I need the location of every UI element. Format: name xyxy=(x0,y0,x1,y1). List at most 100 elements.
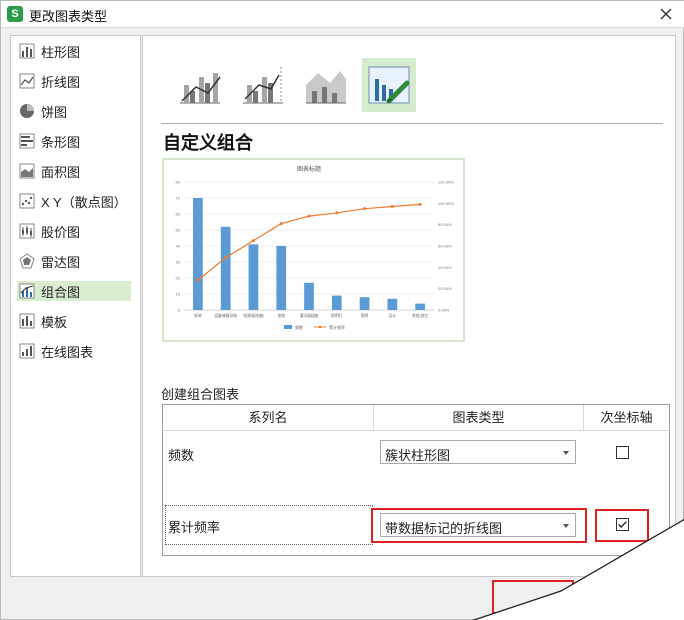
sidebar-item-label: 条形图 xyxy=(41,134,81,150)
stock-chart-icon xyxy=(19,223,35,239)
bar xyxy=(248,244,259,310)
bar xyxy=(193,198,203,310)
line-point xyxy=(390,205,394,209)
preview-chart: 图表标题 80 70 60 50 40 30 20 10 0 120.00% 100.00% 80.00… xyxy=(176,165,455,330)
y2-tick-label: 40.00% xyxy=(438,265,452,270)
sidebar-item-online[interactable]: 在线图表 xyxy=(17,341,131,361)
column-chart-icon xyxy=(19,43,35,59)
sidebar-item-label: 股价图 xyxy=(41,224,81,240)
sidebar-item-label: 雷达图 xyxy=(41,254,81,270)
template-icon xyxy=(19,313,35,329)
combo-section-label: 创建组合图表 xyxy=(161,387,240,402)
y2-tick-label: 80.00% xyxy=(438,222,452,227)
radar-chart-icon xyxy=(19,253,35,269)
legend-swatch-bar xyxy=(284,325,292,329)
subtype-area-column[interactable] xyxy=(299,58,353,112)
highlight-box-secondary-axis xyxy=(595,509,649,542)
sidebar-item-area[interactable]: 面积图 xyxy=(17,161,131,181)
line-point xyxy=(307,214,311,218)
x-tick-label: 电源/配电箱 xyxy=(243,313,263,318)
header-series-name: 系列名 xyxy=(163,405,374,431)
x-tick-label: 其他/其它 xyxy=(412,313,429,318)
line-point xyxy=(418,202,422,206)
sidebar-item-stock[interactable]: 股价图 xyxy=(17,221,131,241)
bar xyxy=(387,298,398,310)
dialog-title: 更改图表类型 xyxy=(29,9,108,24)
legend-label: 累计频率 xyxy=(329,324,345,330)
sidebar-item-template[interactable]: 模板 xyxy=(17,311,131,331)
sidebar-item-combo[interactable]: 组合图 xyxy=(17,281,131,301)
y-tick-label: 50 xyxy=(176,228,181,233)
sidebar-item-pie[interactable]: 饼图 xyxy=(17,101,131,121)
x-tick-label: 设计 xyxy=(389,313,397,318)
chart-type-value: 簇状柱形图 xyxy=(385,448,451,463)
sidebar-item-column[interactable]: 柱形图 xyxy=(17,41,131,61)
title-bar: S 更改图表类型 xyxy=(1,1,684,28)
custom-combo-icon xyxy=(368,66,410,104)
divider xyxy=(161,123,663,124)
legend-marker xyxy=(318,325,322,329)
sidebar-item-label: 组合图 xyxy=(41,284,81,300)
sidebar-item-label: 折线图 xyxy=(41,74,81,90)
main-panel: 自定义组合 图表标题 80 70 60 50 40 30 20 10 0 120.00% 100.00… xyxy=(142,35,676,577)
clustered-column-line-secondary-icon xyxy=(243,67,283,104)
y2-tick-label: 100.00% xyxy=(438,201,454,206)
subtype-custom-combo[interactable] xyxy=(362,58,416,112)
close-icon[interactable] xyxy=(657,5,675,23)
section-title: 自定义组合 xyxy=(163,133,253,154)
bar xyxy=(331,295,342,310)
bar-chart-icon xyxy=(19,133,35,149)
online-chart-icon xyxy=(19,343,35,359)
chart-type-select-row1[interactable]: 簇状柱形图 xyxy=(380,440,576,464)
y-tick-label: 20 xyxy=(176,276,181,281)
subtype-column-line-secondary[interactable] xyxy=(236,58,290,112)
scatter-chart-icon xyxy=(19,193,35,209)
series-table: 系列名 图表类型 次坐标轴 频数 簇状柱形图 累计频率 带数据标记的折线图 xyxy=(162,404,670,556)
bar xyxy=(415,303,425,310)
x-tick-label: 照明灯 xyxy=(331,313,343,318)
sidebar-item-radar[interactable]: 雷达图 xyxy=(17,251,131,271)
subtype-clustered-column-line[interactable] xyxy=(173,58,227,112)
chart-type-sidebar: 柱形图 折线图 饼图 条形图 面积图 X Y（散点图） 股价图 雷达图 组合图 … xyxy=(10,35,141,577)
sidebar-item-bar[interactable]: 条形图 xyxy=(17,131,131,151)
combo-chart-icon xyxy=(19,283,35,299)
y-tick-label: 40 xyxy=(176,244,181,249)
x-tick-label: 设备故障导致 xyxy=(214,313,237,318)
row-series-name: 频数 xyxy=(168,448,195,463)
sidebar-item-line[interactable]: 折线图 xyxy=(17,71,131,91)
bar xyxy=(220,226,231,310)
header-secondary-axis: 次坐标轴 xyxy=(584,405,669,431)
chart-title: 图表标题 xyxy=(297,165,321,173)
line-point xyxy=(251,239,255,243)
sidebar-item-label: 饼图 xyxy=(41,104,68,120)
sidebar-item-label: 模板 xyxy=(41,314,68,330)
line-point xyxy=(279,222,283,226)
bar xyxy=(304,282,314,310)
y2-tick-label: 60.00% xyxy=(438,244,452,249)
highlight-box-chart-type xyxy=(371,508,587,543)
x-tick-label: 照明 xyxy=(361,313,369,318)
x-tick-label: 通讯器插座 xyxy=(300,313,319,318)
sidebar-item-scatter[interactable]: X Y（散点图） xyxy=(17,191,131,211)
sidebar-item-label: 面积图 xyxy=(41,164,81,180)
y2-tick-label: 0.00% xyxy=(438,308,450,313)
bar xyxy=(276,246,287,310)
y-tick-label: 60 xyxy=(176,212,181,217)
x-tick-label: 拆装 xyxy=(194,313,202,318)
sidebar-item-label: X Y（散点图） xyxy=(41,194,127,210)
header-chart-type: 图表类型 xyxy=(374,405,584,431)
legend-label: 频数 xyxy=(295,324,303,330)
y-tick-label: 0 xyxy=(178,308,181,313)
secondary-axis-checkbox-row1[interactable] xyxy=(616,446,629,459)
stacked-area-column-icon xyxy=(306,71,346,104)
clustered-column-line-icon xyxy=(180,73,221,104)
sidebar-item-label: 柱形图 xyxy=(41,44,81,60)
line-point xyxy=(224,256,228,260)
change-chart-type-dialog: S 更改图表类型 柱形图 折线图 饼图 条形图 面积图 X Y（散点图） 股价图… xyxy=(0,0,684,620)
row-series-name: 累计频率 xyxy=(168,520,221,535)
bar xyxy=(359,297,370,310)
line-point xyxy=(335,211,339,215)
line-point xyxy=(363,207,367,211)
y-tick-label: 70 xyxy=(176,196,181,201)
y2-tick-label: 120.00% xyxy=(438,180,454,185)
